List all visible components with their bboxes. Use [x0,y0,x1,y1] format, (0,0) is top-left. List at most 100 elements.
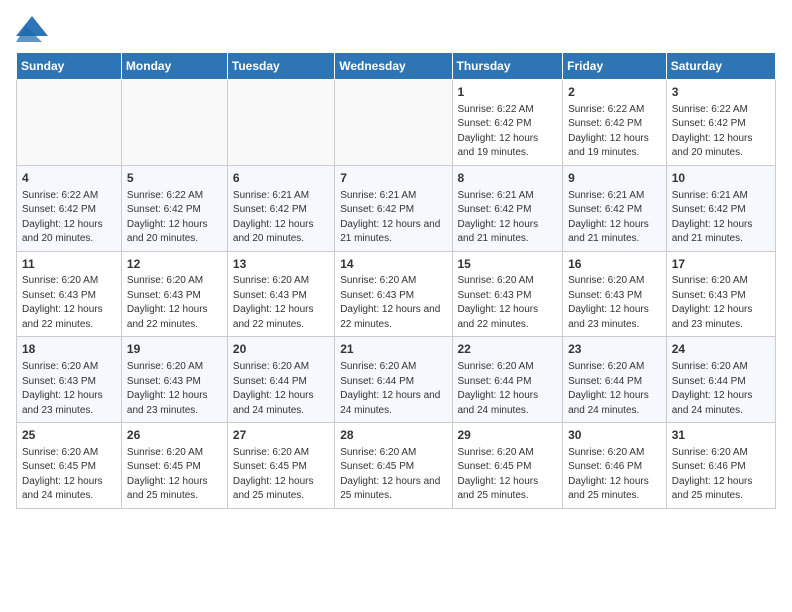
day-number: 20 [233,341,329,358]
calendar-cell: 8 Sunrise: 6:21 AM Sunset: 6:42 PM Daylig… [452,165,563,251]
day-number: 25 [22,427,116,444]
day-info: Sunrise: 6:20 AM Sunset: 6:43 PM Dayligh… [568,274,661,332]
day-number: 4 [22,170,116,187]
day-info: Sunrise: 6:20 AM Sunset: 6:43 PM Dayligh… [458,274,558,332]
col-header-tuesday: Tuesday [227,53,334,80]
col-header-wednesday: Wednesday [335,53,452,80]
day-number: 6 [233,170,329,187]
day-number: 27 [233,427,329,444]
calendar-cell: 12Sunrise: 6:20 AM Sunset: 6:43 PM Dayli… [121,251,227,337]
calendar-cell: 22 Sunrise: 6:20 AM Sunset: 6:44 PM Dayli… [452,337,563,423]
day-number: 21 [340,341,446,358]
logo [16,16,52,42]
day-info: Sunrise: 6:20 AM Sunset: 6:44 PM Dayligh… [568,360,661,418]
day-info: Sunrise: 6:20 AM Sunset: 6:43 PM Dayligh… [672,274,770,332]
calendar-week-5: 25 Sunrise: 6:20 AM Sunset: 6:45 PM Dayli… [17,423,776,509]
day-number: 28 [340,427,446,444]
day-info: Sunrise: 6:22 AM Sunset: 6:42 PM Dayligh… [672,103,770,161]
day-info: Sunrise: 6:20 AM Sunset: 6:45 PM Dayligh… [127,446,222,504]
calendar-cell: 20 Sunrise: 6:20 AM Sunset: 6:44 PM Dayli… [227,337,334,423]
calendar-cell: 25 Sunrise: 6:20 AM Sunset: 6:45 PM Dayli… [17,423,122,509]
day-info: Sunrise: 6:20 AM Sunset: 6:44 PM Dayligh… [672,360,770,418]
calendar-week-3: 11Sunrise: 6:20 AM Sunset: 6:43 PM Dayli… [17,251,776,337]
calendar-cell: 7 Sunrise: 6:21 AM Sunset: 6:42 PM Daylig… [335,165,452,251]
calendar-cell: 14Sunrise: 6:20 AM Sunset: 6:43 PM Dayli… [335,251,452,337]
day-info: Sunrise: 6:22 AM Sunset: 6:42 PM Dayligh… [568,103,661,161]
day-info: Sunrise: 6:22 AM Sunset: 6:42 PM Dayligh… [458,103,558,161]
calendar-cell: 11Sunrise: 6:20 AM Sunset: 6:43 PM Dayli… [17,251,122,337]
calendar-cell: 31 Sunrise: 6:20 AM Sunset: 6:46 PM Dayli… [666,423,775,509]
day-info: Sunrise: 6:22 AM Sunset: 6:42 PM Dayligh… [22,189,116,247]
calendar-cell [121,80,227,166]
day-info: Sunrise: 6:20 AM Sunset: 6:45 PM Dayligh… [340,446,446,504]
calendar-cell: 29Sunrise: 6:20 AM Sunset: 6:45 PM Dayli… [452,423,563,509]
day-number: 11 [22,256,116,273]
calendar-cell: 26 Sunrise: 6:20 AM Sunset: 6:45 PM Dayli… [121,423,227,509]
calendar-cell: 28 Sunrise: 6:20 AM Sunset: 6:45 PM Dayli… [335,423,452,509]
calendar-cell: 9 Sunrise: 6:21 AM Sunset: 6:42 PM Daylig… [563,165,667,251]
calendar-cell: 18 Sunrise: 6:20 AM Sunset: 6:43 PM Dayli… [17,337,122,423]
day-number: 31 [672,427,770,444]
calendar-week-1: 1 Sunrise: 6:22 AM Sunset: 6:42 PM Daylig… [17,80,776,166]
day-info: Sunrise: 6:20 AM Sunset: 6:43 PM Dayligh… [340,274,446,332]
calendar-cell: 15Sunrise: 6:20 AM Sunset: 6:43 PM Dayli… [452,251,563,337]
day-info: Sunrise: 6:20 AM Sunset: 6:44 PM Dayligh… [233,360,329,418]
day-number: 26 [127,427,222,444]
calendar-cell [227,80,334,166]
calendar-cell: 3 Sunrise: 6:22 AM Sunset: 6:42 PM Daylig… [666,80,775,166]
calendar-cell [335,80,452,166]
day-number: 7 [340,170,446,187]
calendar-cell: 10Sunrise: 6:21 AM Sunset: 6:42 PM Dayli… [666,165,775,251]
day-number: 15 [458,256,558,273]
day-info: Sunrise: 6:21 AM Sunset: 6:42 PM Dayligh… [568,189,661,247]
calendar-cell: 16Sunrise: 6:20 AM Sunset: 6:43 PM Dayli… [563,251,667,337]
calendar-cell: 5 Sunrise: 6:22 AM Sunset: 6:42 PM Daylig… [121,165,227,251]
calendar-cell: 1 Sunrise: 6:22 AM Sunset: 6:42 PM Daylig… [452,80,563,166]
col-header-monday: Monday [121,53,227,80]
day-info: Sunrise: 6:20 AM Sunset: 6:43 PM Dayligh… [22,274,116,332]
day-number: 22 [458,341,558,358]
day-number: 2 [568,84,661,101]
calendar-week-2: 4 Sunrise: 6:22 AM Sunset: 6:42 PM Daylig… [17,165,776,251]
calendar-cell: 6 Sunrise: 6:21 AM Sunset: 6:42 PM Daylig… [227,165,334,251]
day-number: 9 [568,170,661,187]
day-info: Sunrise: 6:20 AM Sunset: 6:43 PM Dayligh… [127,360,222,418]
calendar-week-4: 18 Sunrise: 6:20 AM Sunset: 6:43 PM Dayli… [17,337,776,423]
day-number: 5 [127,170,222,187]
calendar-cell: 21 Sunrise: 6:20 AM Sunset: 6:44 PM Dayli… [335,337,452,423]
day-number: 13 [233,256,329,273]
calendar-cell: 23Sunrise: 6:20 AM Sunset: 6:44 PM Dayli… [563,337,667,423]
day-info: Sunrise: 6:20 AM Sunset: 6:45 PM Dayligh… [22,446,116,504]
day-number: 14 [340,256,446,273]
day-info: Sunrise: 6:22 AM Sunset: 6:42 PM Dayligh… [127,189,222,247]
day-number: 29 [458,427,558,444]
day-number: 24 [672,341,770,358]
calendar-cell [17,80,122,166]
day-number: 1 [458,84,558,101]
day-number: 19 [127,341,222,358]
logo-icon [16,16,48,42]
day-info: Sunrise: 6:21 AM Sunset: 6:42 PM Dayligh… [672,189,770,247]
day-number: 3 [672,84,770,101]
col-header-friday: Friday [563,53,667,80]
calendar-cell: 24 Sunrise: 6:20 AM Sunset: 6:44 PM Dayli… [666,337,775,423]
day-number: 8 [458,170,558,187]
day-info: Sunrise: 6:20 AM Sunset: 6:44 PM Dayligh… [458,360,558,418]
day-info: Sunrise: 6:21 AM Sunset: 6:42 PM Dayligh… [458,189,558,247]
day-info: Sunrise: 6:21 AM Sunset: 6:42 PM Dayligh… [233,189,329,247]
day-info: Sunrise: 6:20 AM Sunset: 6:46 PM Dayligh… [568,446,661,504]
calendar-cell: 19 Sunrise: 6:20 AM Sunset: 6:43 PM Dayli… [121,337,227,423]
calendar-cell: 4 Sunrise: 6:22 AM Sunset: 6:42 PM Daylig… [17,165,122,251]
calendar-cell: 13Sunrise: 6:20 AM Sunset: 6:43 PM Dayli… [227,251,334,337]
calendar-cell: 2 Sunrise: 6:22 AM Sunset: 6:42 PM Daylig… [563,80,667,166]
day-info: Sunrise: 6:20 AM Sunset: 6:43 PM Dayligh… [127,274,222,332]
day-info: Sunrise: 6:21 AM Sunset: 6:42 PM Dayligh… [340,189,446,247]
day-number: 12 [127,256,222,273]
day-info: Sunrise: 6:20 AM Sunset: 6:43 PM Dayligh… [22,360,116,418]
col-header-saturday: Saturday [666,53,775,80]
day-number: 18 [22,341,116,358]
col-header-sunday: Sunday [17,53,122,80]
day-info: Sunrise: 6:20 AM Sunset: 6:44 PM Dayligh… [340,360,446,418]
day-info: Sunrise: 6:20 AM Sunset: 6:45 PM Dayligh… [233,446,329,504]
day-info: Sunrise: 6:20 AM Sunset: 6:46 PM Dayligh… [672,446,770,504]
